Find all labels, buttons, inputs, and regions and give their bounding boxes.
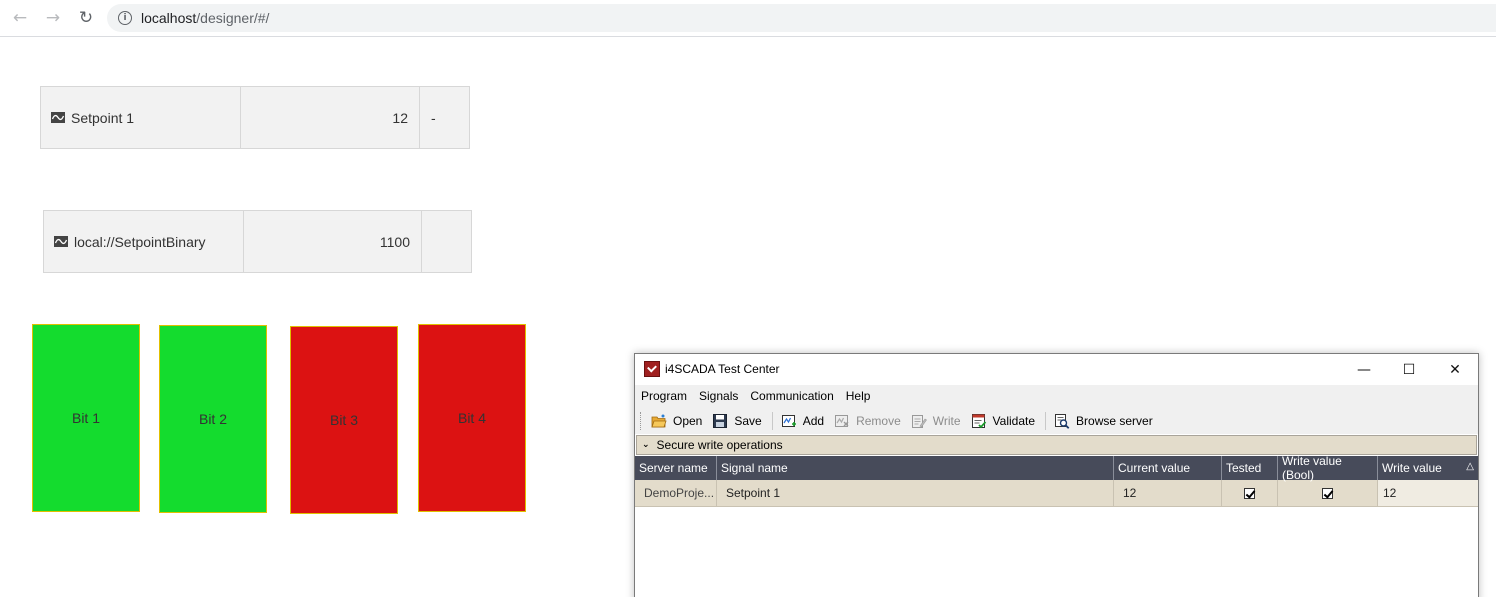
test-center-window: i4SCADA Test Center — ☐ ✕ Program Signal…: [634, 353, 1479, 597]
open-button[interactable]: Open: [651, 413, 702, 429]
signal-row-setpoint-1: Setpoint 1 12 -: [40, 86, 470, 149]
column-header-write-value-label: Write value: [1382, 461, 1442, 475]
back-button[interactable]: ←: [8, 7, 32, 29]
signal-row-setpoint-binary: local://SetpointBinary 1100: [43, 210, 472, 273]
window-title: i4SCADA Test Center: [665, 362, 780, 376]
toolbar: Open Save Add Remove Write Validate Brow…: [635, 407, 1478, 434]
column-header-signal-name[interactable]: Signal name: [717, 456, 1114, 480]
toolbar-grip[interactable]: [640, 411, 643, 430]
site-info-icon[interactable]: i: [118, 11, 132, 25]
url-text[interactable]: localhost/designer/#/: [141, 10, 269, 26]
save-label: Save: [734, 413, 762, 428]
maximize-button[interactable]: ☐: [1386, 354, 1432, 385]
browser-toolbar: ← → ↻ i localhost/designer/#/: [0, 0, 1496, 37]
cell-signal-name: Setpoint 1: [717, 480, 1114, 506]
bit-3-indicator[interactable]: Bit 3: [290, 326, 398, 514]
chevron-down-icon: ⌄: [642, 440, 650, 450]
minimize-button[interactable]: —: [1341, 354, 1387, 385]
signal-unit: [422, 211, 471, 272]
column-header-current-value[interactable]: Current value: [1114, 456, 1222, 480]
bit-4-indicator[interactable]: Bit 4: [418, 324, 526, 512]
cell-tested: [1222, 480, 1278, 506]
app-icon: [644, 361, 660, 377]
menu-signals[interactable]: Signals: [699, 389, 738, 403]
bit-1-indicator[interactable]: Bit 1: [32, 324, 140, 512]
tested-checkbox[interactable]: [1244, 487, 1255, 499]
toolbar-separator: [1045, 411, 1047, 430]
remove-signal-icon: [835, 414, 849, 427]
add-label: Add: [802, 413, 825, 428]
write-value-bool-checkbox[interactable]: [1322, 487, 1333, 499]
menu-communication[interactable]: Communication: [750, 389, 833, 403]
signal-name: Setpoint 1: [71, 109, 135, 126]
browse-server-button[interactable]: Browse server: [1054, 413, 1153, 429]
grid-header: Server name Signal name Current value Te…: [635, 454, 1478, 482]
window-titlebar[interactable]: i4SCADA Test Center — ☐ ✕: [635, 354, 1478, 385]
signal-wave-icon: [51, 112, 65, 123]
signal-value: 1100: [244, 211, 422, 272]
validate-button[interactable]: Validate: [971, 413, 1035, 429]
group-label: Secure write operations: [656, 438, 783, 452]
browse-server-icon: [1055, 413, 1070, 429]
write-icon: [911, 414, 927, 428]
forward-button[interactable]: →: [41, 7, 65, 29]
sort-ascending-icon: △: [1466, 461, 1474, 472]
remove-label: Remove: [856, 413, 901, 428]
url-path: /designer/#/: [196, 10, 270, 26]
screen: ← → ↻ i localhost/designer/#/ Setpoint 1…: [0, 0, 1496, 597]
signal-unit: -: [431, 109, 436, 126]
menu-bar: Program Signals Communication Help: [635, 385, 1478, 407]
write-label: Write: [932, 413, 961, 428]
remove-button[interactable]: Remove: [834, 413, 901, 429]
cell-server-name: DemoProje...: [635, 480, 717, 506]
write-button[interactable]: Write: [911, 413, 961, 429]
column-header-write-value-bool[interactable]: Write value (Bool): [1278, 454, 1378, 482]
signals-grid: Server name Signal name Current value Te…: [635, 454, 1478, 507]
folder-open-icon: [651, 414, 667, 427]
menu-program[interactable]: Program: [641, 389, 687, 403]
bit-label: Bit 4: [457, 410, 486, 426]
reload-button[interactable]: ↻: [74, 7, 98, 29]
floppy-disk-icon: [713, 413, 728, 428]
signal-wave-icon: [54, 236, 68, 247]
column-header-write-value[interactable]: Write value △: [1378, 456, 1478, 480]
signal-name: local://SetpointBinary: [74, 233, 206, 250]
bit-2-indicator[interactable]: Bit 2: [159, 325, 267, 513]
toolbar-separator: [771, 411, 773, 430]
validate-icon: [971, 413, 986, 428]
signal-name-cell: Setpoint 1: [41, 87, 241, 148]
signal-value: 12: [241, 87, 420, 148]
bit-label: Bit 3: [329, 412, 358, 428]
save-button[interactable]: Save: [712, 413, 762, 429]
table-row[interactable]: DemoProje... Setpoint 1 12 12: [635, 480, 1478, 507]
close-button[interactable]: ✕: [1432, 354, 1478, 385]
validate-label: Validate: [992, 413, 1036, 428]
bit-label: Bit 2: [198, 411, 227, 427]
bit-label: Bit 1: [71, 410, 100, 426]
cell-current-value: 12: [1114, 480, 1222, 506]
cell-write-value[interactable]: 12: [1378, 480, 1478, 506]
add-button[interactable]: Add: [781, 413, 824, 429]
signal-name-cell: local://SetpointBinary: [44, 211, 244, 272]
column-header-server-name[interactable]: Server name: [635, 456, 717, 480]
url-host: localhost: [141, 10, 197, 26]
secure-write-group-header[interactable]: ⌄ Secure write operations: [636, 435, 1477, 455]
cell-write-value-bool: [1278, 480, 1378, 506]
address-bar[interactable]: i localhost/designer/#/: [107, 4, 1496, 32]
open-label: Open: [673, 413, 703, 428]
menu-help[interactable]: Help: [846, 389, 871, 403]
browse-server-label: Browse server: [1076, 413, 1153, 428]
add-signal-icon: [781, 414, 796, 427]
column-header-tested[interactable]: Tested: [1222, 456, 1278, 480]
